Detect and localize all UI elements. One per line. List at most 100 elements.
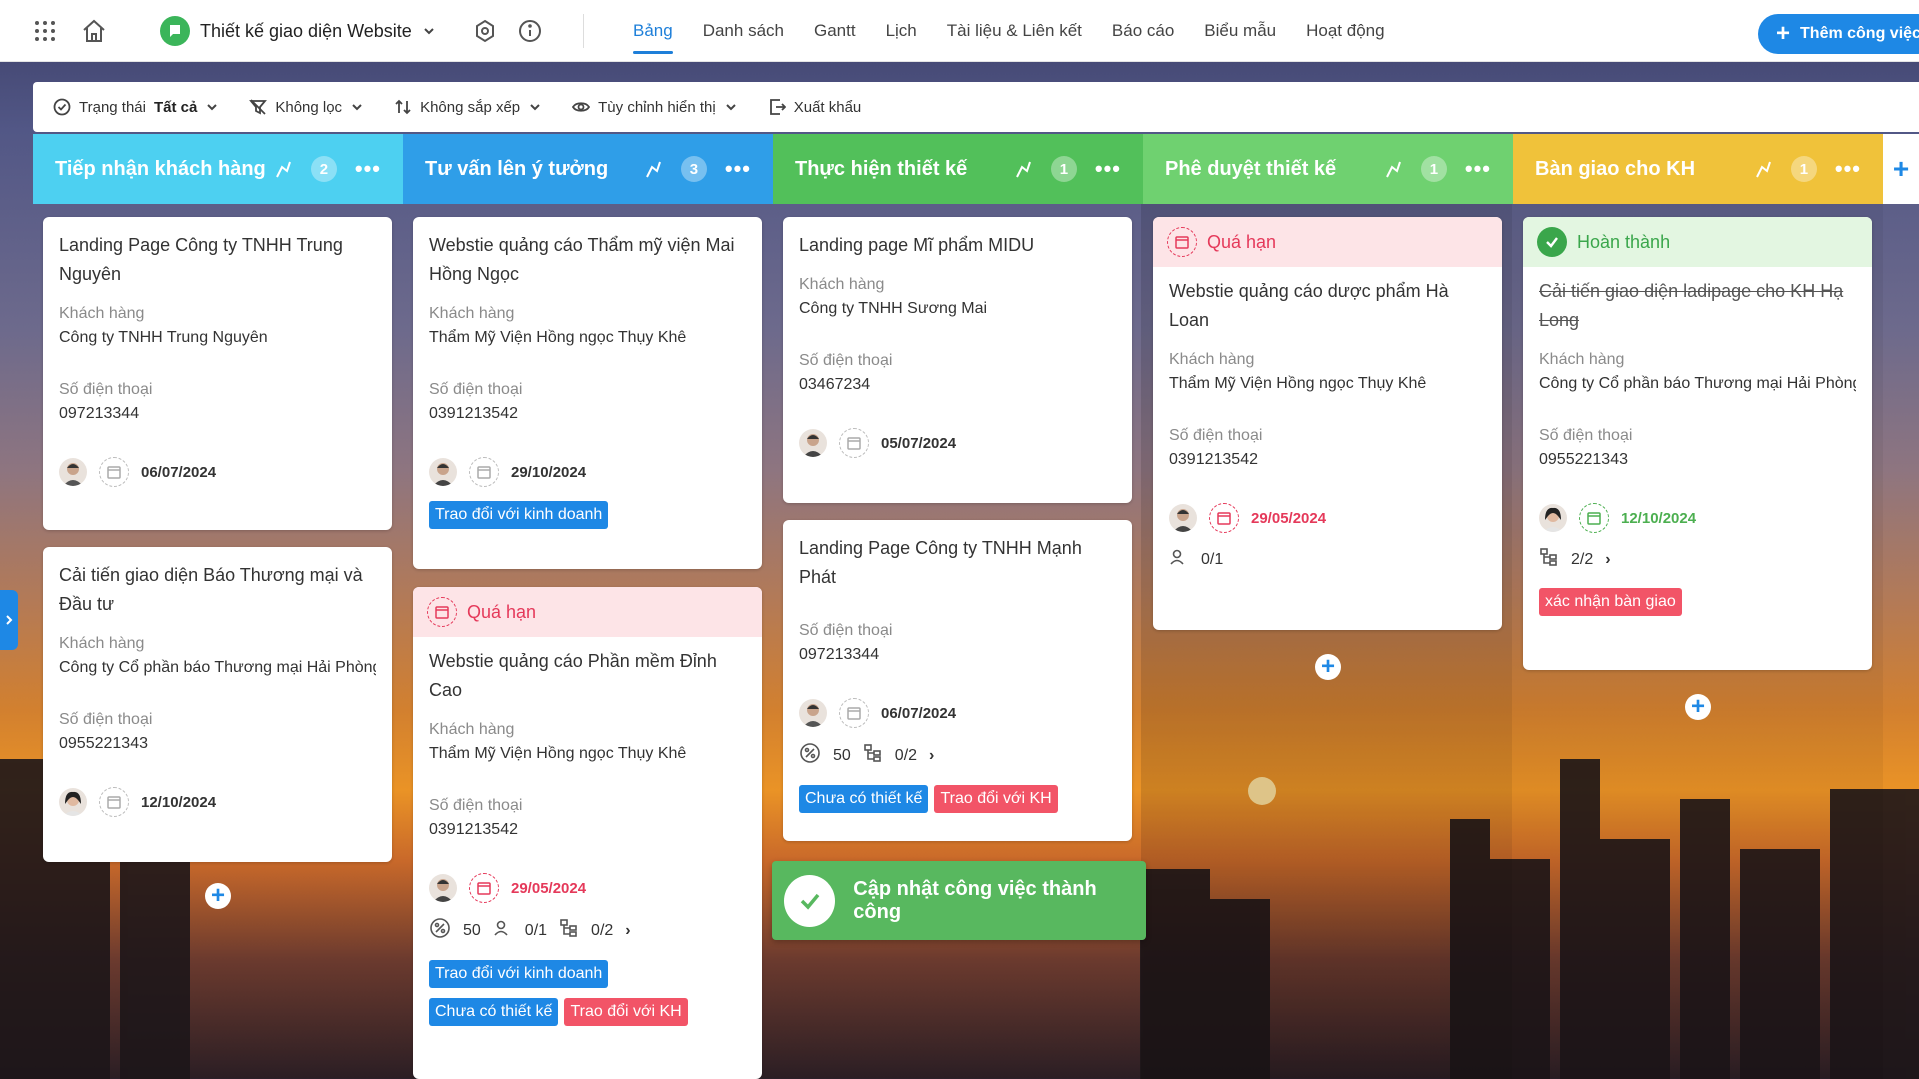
calendar-icon [99, 457, 129, 487]
task-card[interactable]: Landing page Mĩ phẩm MIDU Khách hàng Côn… [783, 217, 1132, 503]
customer-label: Khách hàng [59, 635, 145, 652]
chevron-down-icon [352, 104, 362, 111]
tag-label[interactable]: Trao đổi với KH [934, 785, 1058, 813]
status-filter[interactable]: Trạng thái Tất cả [53, 98, 219, 116]
assignee-count: 0/1 [1201, 550, 1224, 568]
avatar[interactable] [429, 874, 457, 902]
more-options-icon[interactable]: ••• [1835, 158, 1861, 180]
phone-value: 0391213542 [1169, 451, 1258, 468]
tab-board[interactable]: Bảng [618, 0, 688, 62]
customer-value: Thẩm Mỹ Viện Hồng ngọc Thụy Khê [429, 329, 687, 346]
tag-label[interactable]: Chưa có thiết kế [799, 785, 929, 813]
customer-value: Thẩm Mỹ Viện Hồng ngọc Thụy Khê [429, 745, 687, 762]
rules-icon[interactable] [1013, 159, 1033, 179]
more-options-icon[interactable]: ••• [355, 158, 381, 180]
customer-label: Khách hàng [1539, 351, 1625, 368]
display-settings-dropdown[interactable]: Tùy chỉnh hiển thị [572, 98, 738, 116]
avatar[interactable] [1169, 504, 1197, 532]
tag-label[interactable]: Trao đổi với kinh doanh [429, 960, 609, 988]
subtask-count: 2/2 [1571, 550, 1594, 568]
avatar[interactable] [799, 699, 827, 727]
avatar[interactable] [799, 429, 827, 457]
due-date: 29/10/2024 [511, 463, 587, 481]
tag-label[interactable]: Trao đổi với KH [564, 998, 688, 1026]
card-title: Webstie quảng cáo Phần mềm Đỉnh Cao [429, 651, 717, 700]
task-card[interactable]: Cải tiến giao diện Báo Thương mại và Đầu… [43, 547, 392, 862]
tab-list[interactable]: Danh sách [688, 0, 799, 62]
display-settings-label: Tùy chỉnh hiển thị [598, 98, 716, 116]
task-card[interactable]: Webstie quảng cáo Thẩm mỹ viện Mai Hồng … [413, 217, 762, 569]
sidebar-toggle[interactable] [0, 590, 18, 650]
calendar-alert-icon [1167, 227, 1197, 257]
task-card[interactable]: Landing Page Công ty TNHH Trung Nguyên K… [43, 217, 392, 530]
column-title: Tiếp nhận khách hàng [55, 157, 266, 180]
add-card-button[interactable]: + [1315, 654, 1341, 680]
subtask-icon [863, 743, 883, 768]
tag-label[interactable]: Chưa có thiết kế [429, 998, 559, 1026]
filter-label: Không lọc [275, 98, 343, 116]
status-text: Hoàn thành [1577, 231, 1671, 252]
add-task-button[interactable]: + Thêm công việc [1758, 14, 1919, 54]
success-toast: Cập nhật công việc thành công [772, 861, 1146, 940]
progress-value: 50 [463, 921, 481, 939]
chevron-right-icon[interactable]: › [1605, 551, 1610, 569]
settings-icon[interactable] [470, 16, 500, 46]
task-card[interactable]: Landing Page Công ty TNHH Mạnh Phát Số đ… [783, 520, 1132, 841]
plus-icon: + [1892, 153, 1910, 184]
task-card[interactable]: Quá hạn Webstie quảng cáo dược phẩm Hà L… [1153, 217, 1502, 630]
filter-off-icon [249, 99, 268, 115]
task-card[interactable]: Quá hạn Webstie quảng cáo Phần mềm Đỉnh … [413, 587, 762, 1079]
phone-value: 097213344 [799, 646, 880, 663]
rules-icon[interactable] [273, 159, 293, 179]
phone-label: Số điện thoại [429, 797, 523, 814]
export-icon [769, 99, 786, 115]
avatar[interactable] [429, 458, 457, 486]
column-header-approval[interactable]: Phê duyệt thiết kế 1 ••• [1143, 134, 1513, 204]
tab-calendar[interactable]: Lịch [871, 0, 932, 62]
filter-dropdown[interactable]: Không lọc [249, 98, 364, 116]
tab-activity[interactable]: Hoạt động [1291, 0, 1399, 62]
add-card-button[interactable]: + [205, 883, 231, 909]
project-selector[interactable]: Thiết kế giao diện Website [160, 14, 436, 48]
chevron-right-icon[interactable]: › [929, 747, 934, 765]
apps-grid-icon[interactable] [30, 16, 60, 46]
tag-label[interactable]: Trao đổi với kinh doanh [429, 501, 609, 529]
tab-documents[interactable]: Tài liệu & Liên kết [932, 0, 1097, 62]
calendar-icon [99, 787, 129, 817]
subtask-icon [1539, 547, 1559, 572]
assignee-icon [1169, 547, 1189, 572]
tag-label[interactable]: xác nhận bàn giao [1539, 588, 1682, 616]
more-options-icon[interactable]: ••• [1095, 158, 1121, 180]
chevron-right-icon[interactable]: › [625, 922, 630, 940]
avatar[interactable] [59, 458, 87, 486]
column-header-handover[interactable]: Bàn giao cho KH 1 ••• [1513, 134, 1883, 204]
task-card[interactable]: Hoàn thành Cải tiến giao diện ladipage c… [1523, 217, 1872, 670]
avatar[interactable] [59, 788, 87, 816]
column-count: 2 [310, 156, 337, 182]
more-options-icon[interactable]: ••• [725, 158, 751, 180]
sort-dropdown[interactable]: Không sắp xếp [394, 98, 542, 116]
customer-label: Khách hàng [1169, 351, 1255, 368]
column-header-reception[interactable]: Tiếp nhận khách hàng 2 ••• [33, 134, 403, 204]
home-icon[interactable] [79, 16, 109, 46]
avatar[interactable] [1539, 504, 1567, 532]
tab-reports[interactable]: Báo cáo [1097, 0, 1189, 62]
eye-settings-icon [572, 102, 591, 112]
add-card-button[interactable]: + [1685, 694, 1711, 720]
export-button[interactable]: Xuất khẩu [768, 98, 861, 116]
rules-icon[interactable] [1753, 159, 1773, 179]
column-header-consulting[interactable]: Tư vấn lên ý tưởng 3 ••• [403, 134, 773, 204]
plus-icon: + [1776, 20, 1791, 47]
more-options-icon[interactable]: ••• [1465, 158, 1491, 180]
rules-icon[interactable] [1383, 159, 1403, 179]
rules-icon[interactable] [643, 159, 663, 179]
phone-label: Số điện thoại [429, 381, 523, 398]
column-title: Thực hiện thiết kế [795, 157, 968, 180]
status-filter-label: Trạng thái [79, 98, 146, 116]
tab-forms[interactable]: Biểu mẫu [1189, 0, 1291, 62]
tab-gantt[interactable]: Gantt [799, 0, 871, 62]
add-column-button[interactable]: + [1883, 134, 1919, 204]
column-header-design[interactable]: Thực hiện thiết kế 1 ••• [773, 134, 1143, 204]
customer-value: Công ty Cổ phần báo Thương mại Hải Phòng [59, 659, 376, 676]
info-icon[interactable] [515, 16, 545, 46]
